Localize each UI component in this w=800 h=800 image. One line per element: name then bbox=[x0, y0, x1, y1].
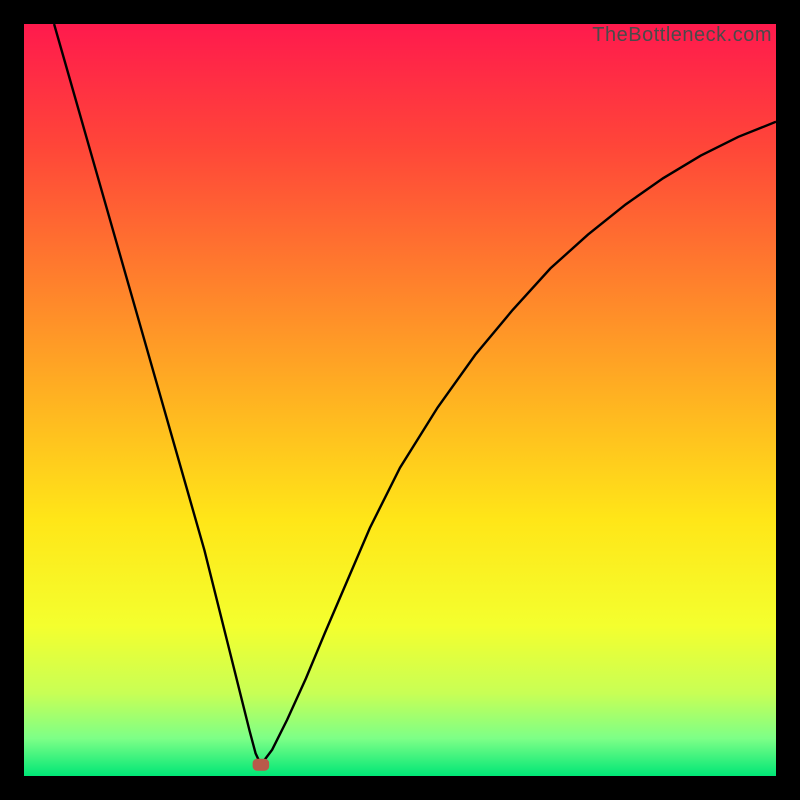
optimum-marker bbox=[253, 759, 270, 771]
chart-frame: TheBottleneck.com bbox=[0, 0, 800, 800]
gradient-background bbox=[24, 24, 776, 776]
bottleneck-chart bbox=[24, 24, 776, 776]
attribution-text: TheBottleneck.com bbox=[592, 24, 772, 47]
